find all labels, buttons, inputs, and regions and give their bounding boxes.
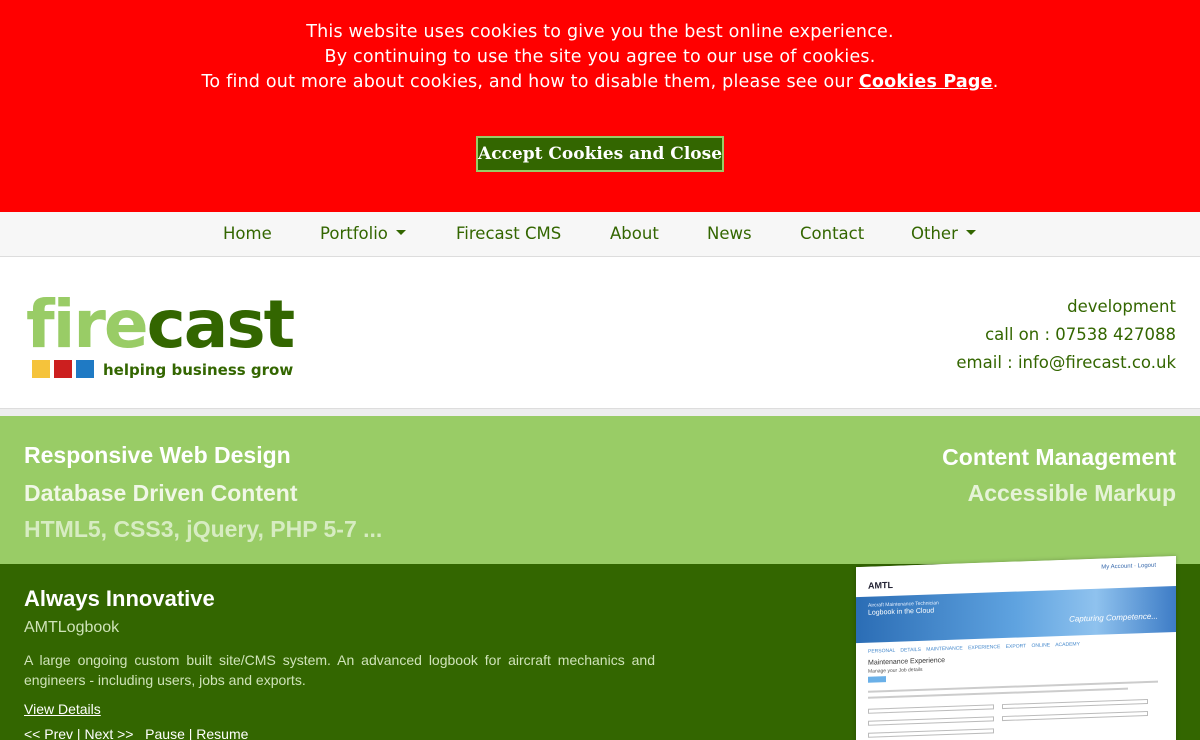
thumb-field	[868, 716, 994, 726]
contact-email[interactable]: email : info@firecast.co.uk	[956, 349, 1176, 377]
thumb-account-links: My Account · Logout	[1101, 562, 1156, 571]
feature-content-management: Content Management	[942, 444, 1176, 470]
feature-accessible: Accessible Markup	[967, 480, 1176, 506]
logo-wordmark: firecast	[26, 285, 295, 365]
logo-blue-square	[76, 360, 94, 378]
thumb-field	[868, 728, 994, 738]
nav-item-label: About	[610, 224, 659, 243]
portfolio-description: A large ongoing custom built site/CMS sy…	[24, 652, 655, 688]
logo-cast: cast	[146, 286, 295, 363]
view-details-link[interactable]: View Details	[24, 701, 101, 717]
thumb-logo: AMTL	[868, 579, 893, 591]
accept-cookies-button[interactable]: Accept Cookies and Close	[476, 136, 724, 172]
thumb-hero-tagline: Capturing Competence...	[1069, 611, 1158, 624]
feature-responsive: Responsive Web Design	[24, 442, 291, 468]
caret-down-icon	[965, 230, 976, 235]
contact-phone[interactable]: call on : 07538 427088	[956, 321, 1176, 349]
cookie-line-2: By continuing to use the site you agree …	[324, 47, 876, 67]
nav-item-home[interactable]: Home	[223, 212, 272, 256]
pause-button[interactable]: Pause	[145, 726, 185, 740]
cookie-line-3-suffix: .	[992, 72, 999, 92]
cookie-line-1: This website uses cookies to give you th…	[306, 22, 894, 42]
nav-item-label: Portfolio	[320, 224, 388, 243]
nav-item-other[interactable]: Other	[911, 212, 976, 256]
feature-tech-stack: HTML5, CSS3, jQuery, PHP 5-7 ...	[24, 516, 383, 542]
cookie-line-3: To find out more about cookies, and how …	[0, 70, 1200, 95]
feature-database: Database Driven Content	[24, 480, 298, 506]
thumb-field	[1002, 698, 1148, 710]
caret-down-icon	[395, 230, 406, 235]
next-button[interactable]: Next >>	[84, 726, 133, 740]
separator: |	[188, 726, 193, 740]
thumb-tabs: PERSONAL DETAILS MAINTENANCE EXPERIENCE …	[868, 641, 1080, 655]
logo-yellow-square	[32, 360, 50, 378]
cookie-message: This website uses cookies to give you th…	[0, 20, 1200, 95]
slider-controls: << Prev | Next >> Pause | Resume	[24, 726, 248, 740]
logo-red-square	[54, 360, 72, 378]
thumb-button	[868, 676, 886, 683]
portfolio-title: Always Innovative	[24, 586, 215, 611]
nav-item-firecast-cms[interactable]: Firecast CMS	[456, 212, 561, 256]
contact-development: development	[1067, 297, 1176, 316]
contact-info: development call on : 07538 427088 email…	[956, 293, 1176, 377]
nav-item-label: Other	[911, 224, 958, 243]
firecast-logo[interactable]: firecast helping business grow	[26, 286, 296, 387]
nav-item-news[interactable]: News	[707, 212, 752, 256]
resume-button[interactable]: Resume	[196, 726, 248, 740]
nav-item-contact[interactable]: Contact	[800, 212, 864, 256]
features-band: Responsive Web Design Database Driven Co…	[0, 416, 1200, 564]
thumb-field	[868, 704, 994, 714]
logo-tagline: helping business grow	[103, 361, 294, 379]
nav-item-label: Home	[223, 224, 272, 243]
portfolio-project-name: AMTLogbook	[24, 619, 120, 636]
logo-fire: fire	[26, 286, 149, 363]
main-nav: Home Portfolio Firecast CMS About News C…	[0, 212, 1200, 257]
nav-item-label: Firecast CMS	[456, 224, 562, 243]
thumb-heading: Maintenance Experience	[868, 657, 946, 667]
thumb-field	[1002, 710, 1148, 722]
nav-item-label: Contact	[800, 224, 865, 243]
divider-stripe	[0, 409, 1200, 416]
cookie-line-3-prefix: To find out more about cookies, and how …	[201, 72, 859, 92]
separator: |	[76, 726, 81, 740]
thumb-hero-title: Logbook in the Cloud	[868, 607, 935, 617]
thumb-subheading: Manage your Job details	[868, 666, 923, 675]
prev-button[interactable]: << Prev	[24, 726, 73, 740]
thumb-hero: Aircraft Maintenance Technician Logbook …	[856, 586, 1176, 644]
nav-item-portfolio[interactable]: Portfolio	[320, 212, 406, 256]
project-screenshot[interactable]: AMTL My Account · Logout Aircraft Mainte…	[856, 556, 1176, 740]
cookies-page-link[interactable]: Cookies Page	[859, 72, 993, 92]
nav-item-about[interactable]: About	[610, 212, 659, 256]
nav-item-label: News	[707, 224, 752, 243]
cookie-banner: This website uses cookies to give you th…	[0, 0, 1200, 212]
site-header: firecast helping business grow developme…	[0, 257, 1200, 409]
